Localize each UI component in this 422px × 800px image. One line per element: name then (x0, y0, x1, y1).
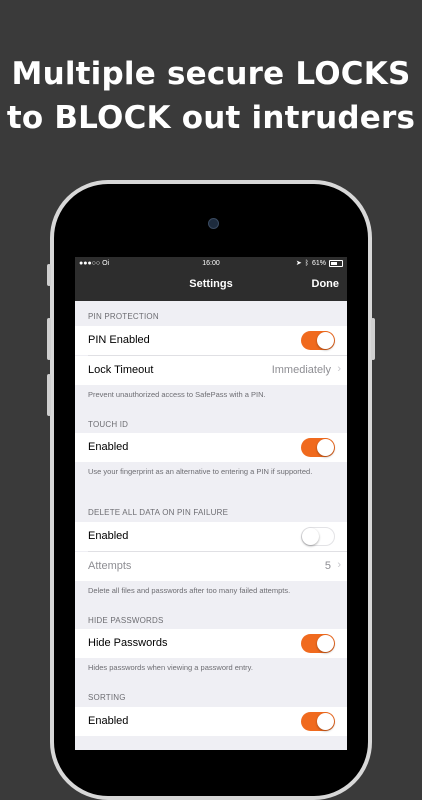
status-bar: ●●●○○ Oi 16:00 ➤ ᛒ 61% (75, 257, 347, 270)
pin-footer: Prevent unauthorized access to SafePass … (88, 390, 266, 399)
nav-bar: Settings Done (75, 270, 347, 301)
headline-line-1: Multiple secure LOCKS (11, 56, 411, 92)
section-header-pin: PIN PROTECTION (88, 312, 159, 321)
hide-passwords-toggle[interactable] (301, 634, 335, 653)
nav-title: Settings (189, 278, 233, 290)
headline-line-2: to BLOCK out intruders (6, 100, 416, 136)
pin-enabled-label: PIN Enabled (88, 334, 150, 346)
delete-data-footer: Delete all files and passwords after too… (88, 586, 291, 595)
attempts-row[interactable]: Attempts 5 › (75, 552, 347, 581)
section-header-hide-passwords: HIDE PASSWORDS (88, 616, 164, 625)
phone-screen: ●●●○○ Oi 16:00 ➤ ᛒ 61% Settings Done PIN… (75, 257, 347, 750)
pin-enabled-row: PIN Enabled (75, 326, 347, 355)
attempts-label: Attempts (88, 560, 132, 572)
battery-percent: 61% (311, 260, 326, 267)
pin-enabled-toggle[interactable] (301, 331, 335, 350)
hide-passwords-footer: Hides passwords when viewing a password … (88, 663, 253, 672)
sorting-toggle[interactable] (301, 712, 335, 731)
chevron-right-icon: › (337, 559, 341, 571)
sorting-row: Enabled (75, 707, 347, 736)
volume-down-button (47, 374, 51, 416)
touch-id-toggle[interactable] (301, 438, 335, 457)
hide-passwords-label: Hide Passwords (88, 637, 168, 649)
touch-id-footer: Use your fingerprint as an alternative t… (88, 467, 313, 476)
battery-icon (329, 260, 343, 267)
volume-up-button (47, 318, 51, 360)
headline: Multiple secure LOCKS to BLOCK out intru… (0, 52, 422, 140)
toggle-knob (317, 439, 334, 456)
toggle-knob (317, 332, 334, 349)
lock-timeout-row[interactable]: Lock Timeout Immediately › (75, 356, 347, 385)
delete-data-toggle[interactable] (301, 527, 335, 546)
delete-data-row: Enabled (75, 522, 347, 551)
toggle-knob (317, 635, 334, 652)
section-header-delete-data: DELETE ALL DATA ON PIN FAILURE (88, 508, 229, 517)
touch-id-row: Enabled (75, 433, 347, 462)
sorting-enabled-label: Enabled (88, 715, 129, 727)
front-camera (208, 218, 219, 229)
lock-timeout-value: Immediately (271, 364, 331, 376)
toggle-knob (317, 713, 334, 730)
section-header-touch-id: TOUCH ID (88, 420, 129, 429)
lock-timeout-label: Lock Timeout (88, 364, 154, 376)
mute-switch (47, 264, 51, 286)
hide-passwords-row: Hide Passwords (75, 629, 347, 658)
delete-data-enabled-label: Enabled (88, 530, 129, 542)
section-header-sorting: SORTING (88, 693, 126, 702)
location-icon: ➤ (295, 260, 302, 267)
bluetooth-icon: ᛒ (304, 260, 309, 267)
toggle-knob (302, 528, 319, 545)
chevron-right-icon: › (337, 363, 341, 375)
attempts-value: 5 (324, 560, 331, 572)
touch-id-enabled-label: Enabled (88, 441, 129, 453)
done-button[interactable]: Done (312, 278, 340, 290)
status-right: ➤ ᛒ 61% (296, 257, 343, 270)
power-button (371, 318, 375, 360)
